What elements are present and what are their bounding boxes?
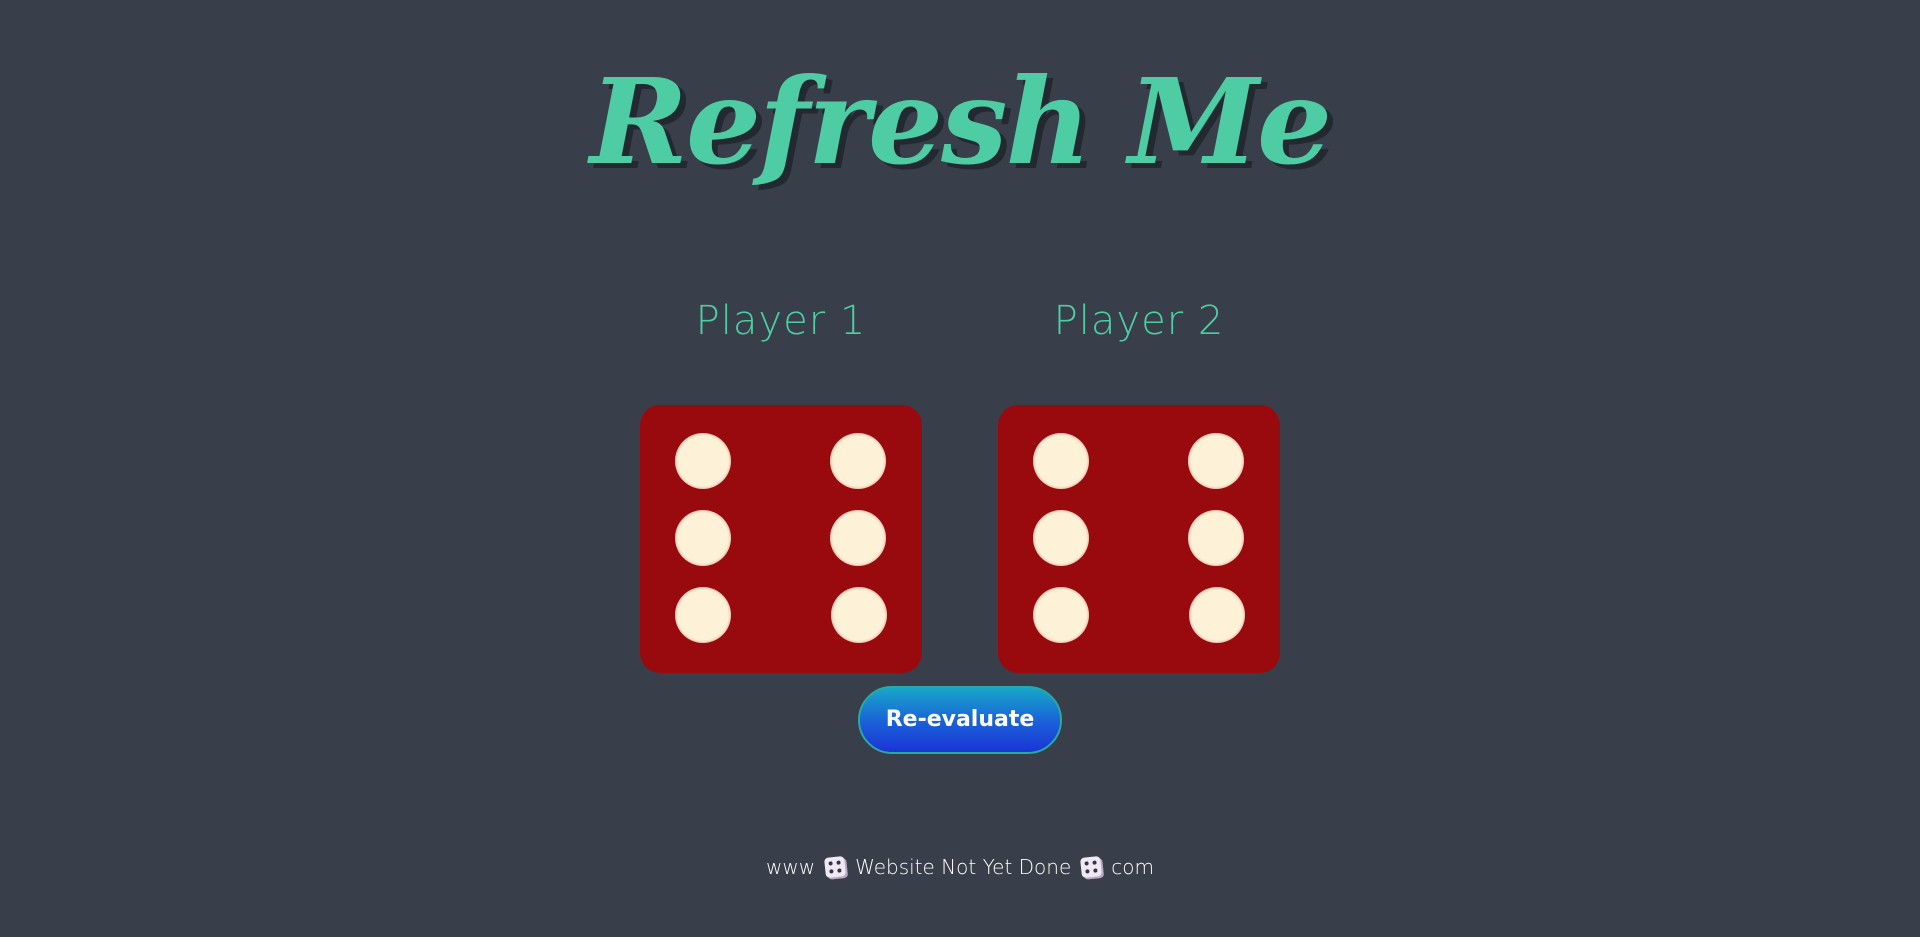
die-pip [1188, 510, 1244, 566]
die-pip [830, 510, 886, 566]
player-2-die [998, 405, 1280, 673]
reevaluate-button[interactable]: Re-evaluate [858, 686, 1062, 754]
die-pip [830, 433, 886, 489]
die-pip [1033, 587, 1089, 643]
die-pip [1033, 433, 1089, 489]
footer-prefix: www [766, 855, 816, 879]
dice-icon [824, 856, 847, 878]
die-pip [1189, 587, 1245, 643]
dice-icon [1080, 856, 1103, 878]
footer-suffix: com [1111, 855, 1154, 879]
page-title: Refresh Me [589, 52, 1332, 191]
player-2-label: Player 2 [1053, 298, 1225, 344]
player-1-label: Player 1 [695, 298, 867, 344]
footer-site-name: Website Not Yet Done [855, 855, 1072, 879]
die-pip [675, 510, 731, 566]
die-pip [675, 433, 731, 489]
game-page: Refresh Me Player 1 Player 2 Re-evaluate… [0, 0, 1920, 937]
die-pip [831, 587, 887, 643]
footer: www Website Not Yet Done com [0, 852, 1920, 882]
player-1-die [640, 405, 922, 673]
die-pip [675, 587, 731, 643]
die-pip [1188, 433, 1244, 489]
die-pip [1033, 510, 1089, 566]
